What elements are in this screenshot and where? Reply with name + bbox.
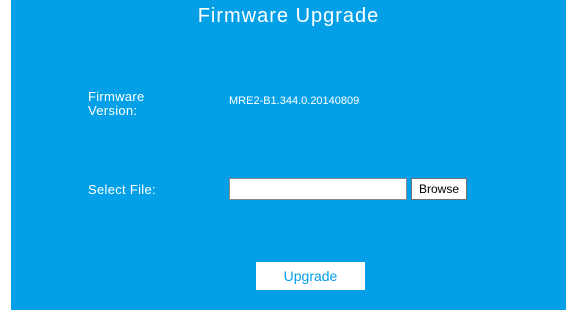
firmware-version-value: MRE2-B1.344.0.20140809 bbox=[229, 95, 360, 107]
browse-button[interactable]: Browse bbox=[411, 178, 467, 200]
upgrade-button[interactable]: Upgrade bbox=[256, 262, 365, 290]
firmware-version-label-line1: Firmware bbox=[88, 89, 145, 104]
firmware-upgrade-panel: Firmware Upgrade Firmware Version: MRE2-… bbox=[11, 0, 566, 310]
select-file-label: Select File: bbox=[88, 182, 156, 197]
file-path-input[interactable] bbox=[229, 178, 407, 200]
firmware-version-label: Firmware Version: bbox=[88, 90, 178, 118]
page-title: Firmware Upgrade bbox=[197, 5, 380, 27]
firmware-version-label-line2: Version: bbox=[88, 103, 138, 118]
